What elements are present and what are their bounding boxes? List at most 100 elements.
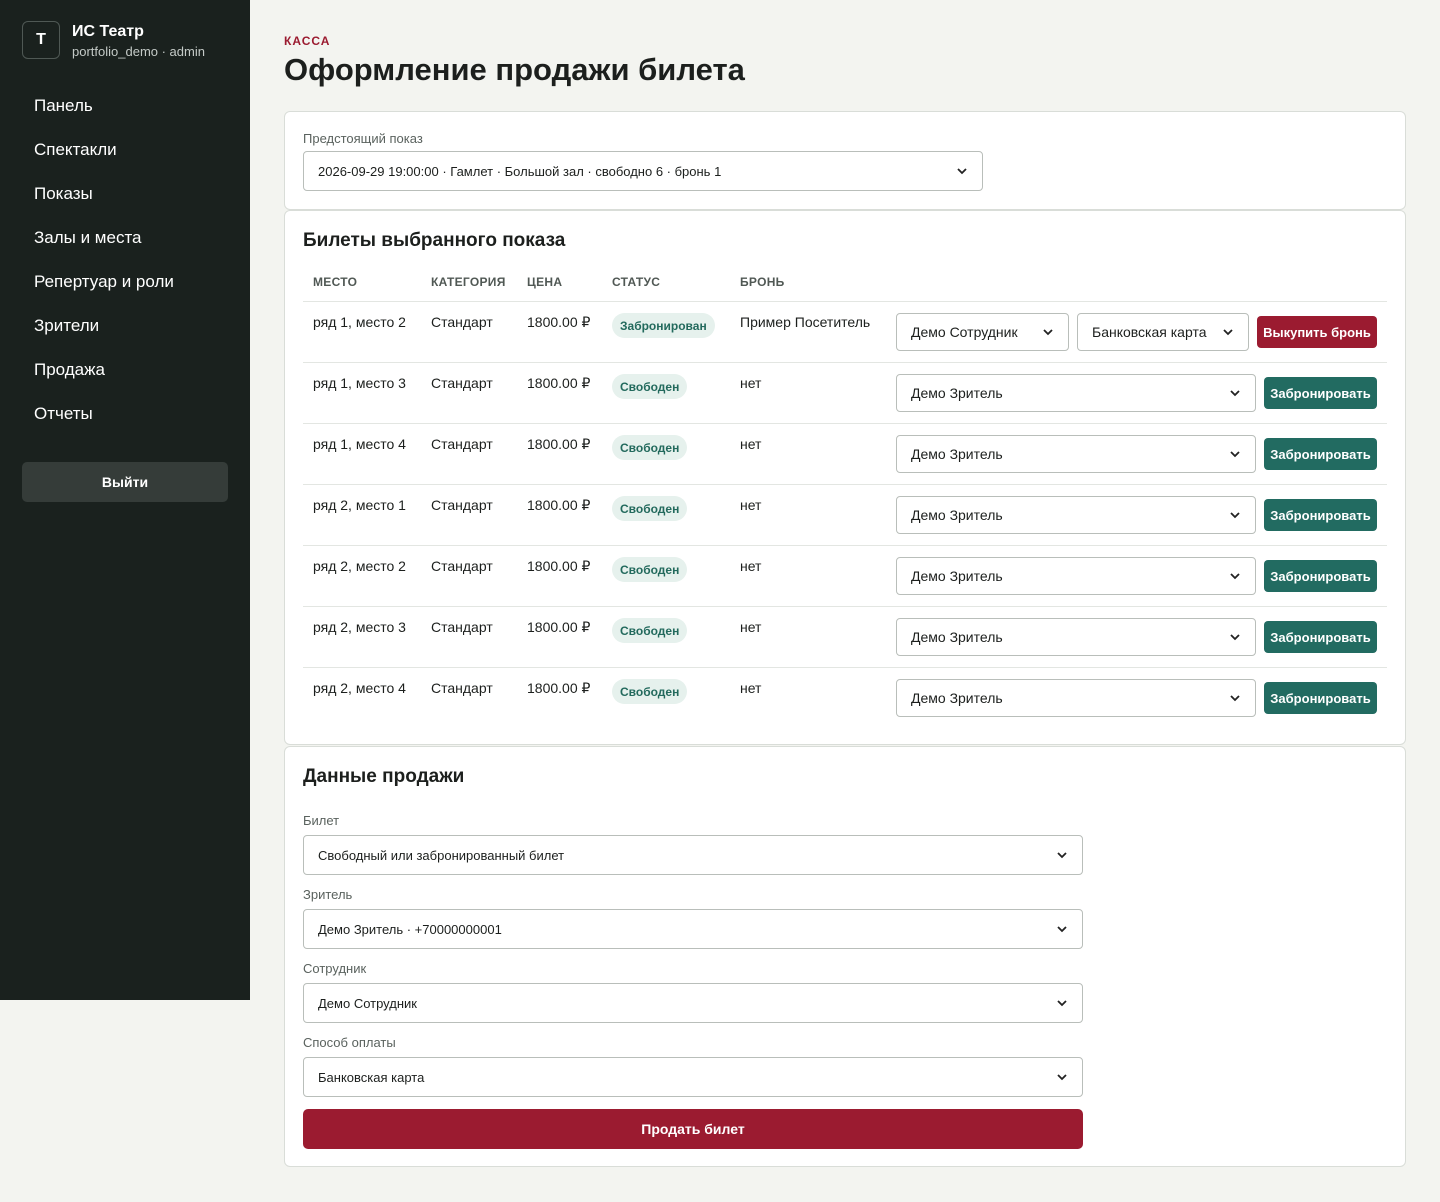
viewer-select[interactable]: Демо Зритель <box>896 679 1256 717</box>
table-row: ряд 2, место 3 Стандарт 1800.00 ₽ Свобод… <box>303 606 1387 667</box>
viewer-select-value: Демо Зритель · +70000000001 <box>318 921 502 937</box>
table-row: ряд 2, место 4 Стандарт 1800.00 ₽ Свобод… <box>303 667 1387 728</box>
reserve-button[interactable]: Забронировать <box>1264 499 1377 531</box>
chevron-down-icon <box>1057 926 1067 933</box>
employee-select-value: Демо Сотрудник <box>318 995 417 1011</box>
employee-select-value: Демо Сотрудник <box>911 324 1018 340</box>
status-badge: Свободен <box>612 557 688 582</box>
viewer-select[interactable]: Демо Зритель · +70000000001 <box>303 909 1083 949</box>
column-header-seat: Место <box>313 275 358 289</box>
payment-select[interactable]: Банковская карта <box>303 1057 1083 1097</box>
category-cell: Стандарт <box>431 497 493 513</box>
brand-title: ИС Театр <box>72 22 144 40</box>
category-cell: Стандарт <box>431 314 493 330</box>
seat-cell: ряд 2, место 3 <box>313 619 406 635</box>
brand-text: ИС Театр portfolio_demo · admin <box>72 22 205 59</box>
price-cell: 1800.00 ₽ <box>527 436 591 452</box>
reserve-button[interactable]: Забронировать <box>1264 560 1377 592</box>
show-select-value: 2026-09-29 19:00:00 · Гамлет · Большой з… <box>318 163 722 179</box>
seat-cell: ряд 2, место 1 <box>313 497 406 513</box>
employee-select[interactable]: Демо Сотрудник <box>303 983 1083 1023</box>
sidebar-item-viewers[interactable]: Зрители <box>0 304 250 348</box>
status-badge: Свободен <box>612 435 688 460</box>
show-select-card: Предстоящий показ 2026-09-29 19:00:00 · … <box>284 111 1406 210</box>
viewer-select-value: Демо Зритель <box>911 690 1003 706</box>
category-cell: Стандарт <box>431 680 493 696</box>
chevron-down-icon <box>1230 695 1240 702</box>
price-cell: 1800.00 ₽ <box>527 375 591 391</box>
table-row: ряд 1, место 4 Стандарт 1800.00 ₽ Свобод… <box>303 423 1387 484</box>
ticket-select[interactable]: Свободный или забронированный билет <box>303 835 1083 875</box>
brand: Т ИС Театр portfolio_demo · admin <box>22 21 205 59</box>
chevron-down-icon <box>1230 451 1240 458</box>
tickets-title: Билеты выбранного показа <box>303 230 566 251</box>
chevron-down-icon <box>1223 329 1233 336</box>
sell-ticket-button[interactable]: Продать билет <box>303 1109 1083 1149</box>
chevron-down-icon <box>1230 634 1240 641</box>
ticket-field-label: Билет <box>303 813 340 828</box>
viewer-select[interactable]: Демо Зритель <box>896 618 1256 656</box>
page-title: Оформление продажи билета <box>284 52 745 87</box>
booking-cell: нет <box>740 558 762 574</box>
booking-cell: нет <box>740 619 762 635</box>
status-badge: Забронирован <box>612 313 715 338</box>
payment-select[interactable]: Банковская карта <box>1077 313 1249 351</box>
viewer-select-value: Демо Зритель <box>911 629 1003 645</box>
status-badge: Свободен <box>612 496 688 521</box>
sidebar-item-halls[interactable]: Залы и места <box>0 216 250 260</box>
seat-cell: ряд 2, место 2 <box>313 558 406 574</box>
sidebar-item-repertoire[interactable]: Репертуар и роли <box>0 260 250 304</box>
ticket-select-value: Свободный или забронированный билет <box>318 847 565 863</box>
brand-logo: Т <box>22 21 60 59</box>
employee-select[interactable]: Демо Сотрудник <box>896 313 1069 351</box>
brand-subtitle: portfolio_demo · admin <box>72 43 205 59</box>
seat-cell: ряд 2, место 4 <box>313 680 406 696</box>
reserve-button[interactable]: Забронировать <box>1264 377 1377 409</box>
redeem-booking-button[interactable]: Выкупить бронь <box>1257 316 1377 348</box>
table-row: ряд 2, место 2 Стандарт 1800.00 ₽ Свобод… <box>303 545 1387 606</box>
seat-cell: ряд 1, место 2 <box>313 314 406 330</box>
reserve-button[interactable]: Забронировать <box>1264 682 1377 714</box>
chevron-down-icon <box>1057 852 1067 859</box>
category-cell: Стандарт <box>431 558 493 574</box>
sidebar: Т ИС Театр portfolio_demo · admin Панель… <box>0 0 250 1000</box>
sidebar-item-sale[interactable]: Продажа <box>0 348 250 392</box>
sidebar-item-shows[interactable]: Показы <box>0 172 250 216</box>
status-badge: Свободен <box>612 374 688 399</box>
viewer-select[interactable]: Демо Зритель <box>896 374 1256 412</box>
viewer-select-value: Демо Зритель <box>911 507 1003 523</box>
sidebar-item-performances[interactable]: Спектакли <box>0 128 250 172</box>
show-select[interactable]: 2026-09-29 19:00:00 · Гамлет · Большой з… <box>303 151 983 191</box>
category-cell: Стандарт <box>431 375 493 391</box>
chevron-down-icon <box>1230 512 1240 519</box>
table-row: ряд 2, место 1 Стандарт 1800.00 ₽ Свобод… <box>303 484 1387 545</box>
tickets-card: Билеты выбранного показа Место Категория… <box>284 210 1406 745</box>
sidebar-item-panel[interactable]: Панель <box>0 84 250 128</box>
table-row: ряд 1, место 3 Стандарт 1800.00 ₽ Свобод… <box>303 362 1387 423</box>
booking-cell: нет <box>740 436 762 452</box>
logout-button[interactable]: Выйти <box>22 462 228 502</box>
viewer-select[interactable]: Демо Зритель <box>896 496 1256 534</box>
reserve-button[interactable]: Забронировать <box>1264 621 1377 653</box>
price-cell: 1800.00 ₽ <box>527 558 591 574</box>
chevron-down-icon <box>1230 573 1240 580</box>
status-badge: Свободен <box>612 618 688 643</box>
sale-title: Данные продажи <box>303 766 465 787</box>
chevron-down-icon <box>1057 1000 1067 1007</box>
category-cell: Стандарт <box>431 619 493 635</box>
payment-select-value: Банковская карта <box>318 1069 425 1085</box>
viewer-select[interactable]: Демо Зритель <box>896 435 1256 473</box>
chevron-down-icon <box>957 168 967 175</box>
table-row: ряд 1, место 2 Стандарт 1800.00 ₽ Заброн… <box>303 301 1387 362</box>
status-badge: Свободен <box>612 679 688 704</box>
viewer-select[interactable]: Демо Зритель <box>896 557 1256 595</box>
seat-cell: ряд 1, место 3 <box>313 375 406 391</box>
price-cell: 1800.00 ₽ <box>527 497 591 513</box>
reserve-button[interactable]: Забронировать <box>1264 438 1377 470</box>
column-header-booking: Бронь <box>740 275 785 289</box>
page-eyebrow: Касса <box>284 34 331 48</box>
payment-select-value: Банковская карта <box>1092 324 1207 340</box>
sidebar-item-reports[interactable]: Отчеты <box>0 392 250 436</box>
column-header-status: Статус <box>612 275 661 289</box>
category-cell: Стандарт <box>431 436 493 452</box>
